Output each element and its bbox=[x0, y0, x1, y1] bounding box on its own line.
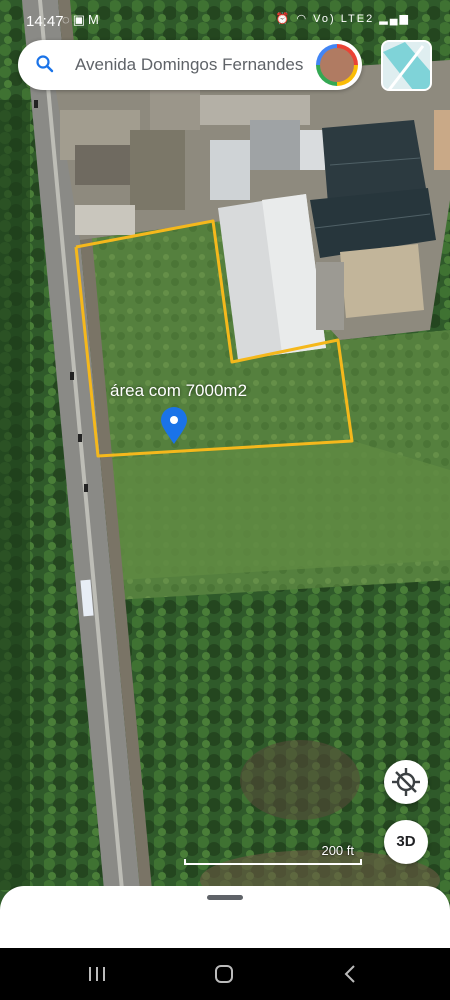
avatar[interactable] bbox=[316, 44, 358, 86]
three-d-button[interactable]: 3D bbox=[384, 820, 428, 864]
search-icon bbox=[36, 55, 54, 73]
recent-apps-icon bbox=[89, 967, 105, 981]
home-icon bbox=[215, 965, 233, 983]
map-thumbnail-icon bbox=[383, 42, 430, 89]
system-nav-bar bbox=[0, 948, 450, 1000]
alarm-icon: ⏰ bbox=[275, 13, 292, 25]
system-icons: ⏰ ◠ Vo) LTE2 ▂▄▆ bbox=[276, 12, 410, 25]
profile-photo bbox=[320, 48, 354, 82]
recent-apps-button[interactable] bbox=[84, 962, 110, 986]
scale-bar bbox=[184, 859, 362, 865]
image-icon: ▣ bbox=[72, 12, 89, 27]
home-button[interactable] bbox=[211, 962, 237, 986]
area-annotation: área com 7000m2 bbox=[110, 381, 248, 400]
location-off-icon bbox=[392, 768, 420, 796]
search-bar[interactable]: Avenida Domingos Fernandes bbox=[18, 40, 362, 90]
network-label: Vo) LTE2 bbox=[313, 13, 375, 25]
notification-icons: ◌▣M bbox=[62, 12, 102, 28]
search-input[interactable]: Avenida Domingos Fernandes bbox=[75, 55, 325, 75]
signal-icon: ▂▄▆ bbox=[379, 13, 410, 25]
status-bar: 14:47 ◌▣M ⏰ ◠ Vo) LTE2 ▂▄▆ bbox=[0, 0, 450, 40]
back-button[interactable] bbox=[338, 962, 364, 986]
map-scale: 200 ft bbox=[184, 843, 362, 867]
mail-icon: M bbox=[88, 12, 102, 27]
sheet-drag-handle[interactable] bbox=[207, 895, 243, 900]
status-time: 14:47 bbox=[26, 13, 64, 30]
wifi-icon: ◠ bbox=[296, 13, 309, 25]
scale-label: 200 ft bbox=[321, 843, 354, 858]
whatsapp-icon: ◌ bbox=[62, 12, 73, 27]
recenter-button[interactable] bbox=[384, 760, 428, 804]
map-layers-button[interactable] bbox=[381, 40, 432, 91]
back-icon bbox=[344, 965, 355, 983]
